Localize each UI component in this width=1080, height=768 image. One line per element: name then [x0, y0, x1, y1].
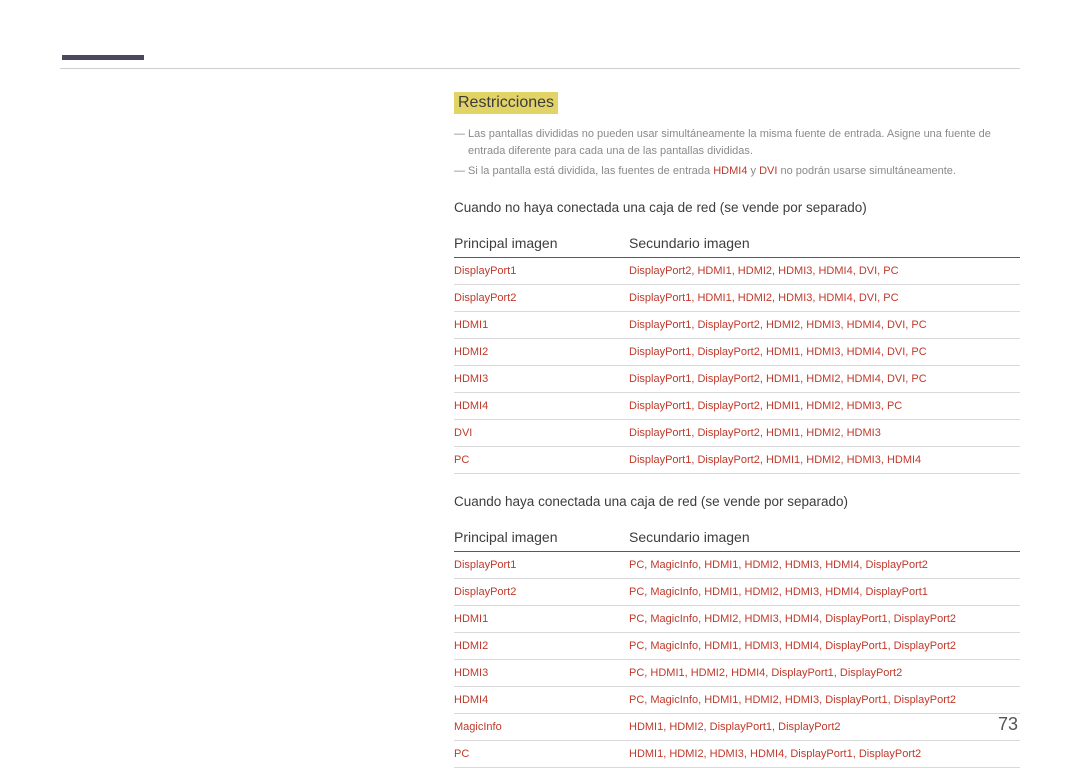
table-row: HDMI1DisplayPort1, DisplayPort2, HDMI2, … [454, 311, 1020, 338]
section-heading: Restricciones [454, 92, 558, 114]
main-content: Restricciones Las pantallas divididas no… [454, 92, 1020, 768]
principal-cell: DisplayPort1 [454, 551, 629, 578]
table-row: HDMI2PC, MagicInfo, HDMI1, HDMI3, HDMI4,… [454, 632, 1020, 659]
secundario-cell: DisplayPort1, DisplayPort2, HDMI1, HDMI2… [629, 446, 1020, 473]
table2-col1-header: Principal imagen [454, 523, 629, 552]
table1-col1-header: Principal imagen [454, 229, 629, 258]
secundario-cell: PC, MagicInfo, HDMI1, HDMI3, HDMI4, Disp… [629, 632, 1020, 659]
secundario-cell: DisplayPort1, DisplayPort2, HDMI2, HDMI3… [629, 311, 1020, 338]
secundario-cell: PC, MagicInfo, HDMI1, HDMI2, HDMI3, Disp… [629, 686, 1020, 713]
principal-cell: DisplayPort2 [454, 578, 629, 605]
table-row: HDMI3PC, HDMI1, HDMI2, HDMI4, DisplayPor… [454, 659, 1020, 686]
note-item: Las pantallas divididas no pueden usar s… [454, 126, 1020, 159]
secundario-cell: HDMI1, HDMI2, DisplayPort1, DisplayPort2 [629, 713, 1020, 740]
secundario-cell: DisplayPort2, HDMI1, HDMI2, HDMI3, HDMI4… [629, 257, 1020, 284]
secundario-cell: DisplayPort1, DisplayPort2, HDMI1, HDMI2… [629, 392, 1020, 419]
secundario-cell: PC, MagicInfo, HDMI1, HDMI2, HDMI3, HDMI… [629, 578, 1020, 605]
table2-col2-header: Secundario imagen [629, 523, 1020, 552]
notes-list: Las pantallas divididas no pueden usar s… [454, 126, 1020, 180]
table-row: PCDisplayPort1, DisplayPort2, HDMI1, HDM… [454, 446, 1020, 473]
note-item: Si la pantalla está dividida, las fuente… [454, 163, 1020, 180]
table-row: HDMI2DisplayPort1, DisplayPort2, HDMI1, … [454, 338, 1020, 365]
secundario-cell: DisplayPort1, DisplayPort2, HDMI1, HDMI2… [629, 419, 1020, 446]
principal-cell: DisplayPort2 [454, 284, 629, 311]
principal-cell: HDMI4 [454, 686, 629, 713]
secundario-cell: PC, MagicInfo, HDMI2, HDMI3, HDMI4, Disp… [629, 605, 1020, 632]
principal-cell: HDMI1 [454, 605, 629, 632]
table1-col2-header: Secundario imagen [629, 229, 1020, 258]
principal-cell: HDMI2 [454, 632, 629, 659]
principal-cell: DVI [454, 419, 629, 446]
principal-cell: HDMI3 [454, 365, 629, 392]
secundario-cell: DisplayPort1, HDMI1, HDMI2, HDMI3, HDMI4… [629, 284, 1020, 311]
table-with-network-box: Principal imagen Secundario imagen Displ… [454, 523, 1020, 768]
header-accent-bar [62, 55, 144, 60]
principal-cell: MagicInfo [454, 713, 629, 740]
table-row: HDMI4DisplayPort1, DisplayPort2, HDMI1, … [454, 392, 1020, 419]
table-row: DisplayPort1DisplayPort2, HDMI1, HDMI2, … [454, 257, 1020, 284]
table-row: DisplayPort2PC, MagicInfo, HDMI1, HDMI2,… [454, 578, 1020, 605]
table-row: DisplayPort2DisplayPort1, HDMI1, HDMI2, … [454, 284, 1020, 311]
page-number: 73 [998, 714, 1018, 735]
principal-cell: HDMI3 [454, 659, 629, 686]
source-label: DVI [759, 165, 777, 177]
table-row: MagicInfoHDMI1, HDMI2, DisplayPort1, Dis… [454, 713, 1020, 740]
secundario-cell: DisplayPort1, DisplayPort2, HDMI1, HDMI2… [629, 365, 1020, 392]
table-without-network-box: Principal imagen Secundario imagen Displ… [454, 229, 1020, 474]
principal-cell: HDMI2 [454, 338, 629, 365]
secundario-cell: PC, MagicInfo, HDMI1, HDMI2, HDMI3, HDMI… [629, 551, 1020, 578]
principal-cell: HDMI1 [454, 311, 629, 338]
table1-caption: Cuando no haya conectada una caja de red… [454, 200, 1020, 215]
table-row: DVIDisplayPort1, DisplayPort2, HDMI1, HD… [454, 419, 1020, 446]
principal-cell: HDMI4 [454, 392, 629, 419]
table2-caption: Cuando haya conectada una caja de red (s… [454, 494, 1020, 509]
table-row: HDMI3DisplayPort1, DisplayPort2, HDMI1, … [454, 365, 1020, 392]
source-label: HDMI4 [713, 165, 747, 177]
table-row: DisplayPort1PC, MagicInfo, HDMI1, HDMI2,… [454, 551, 1020, 578]
principal-cell: PC [454, 446, 629, 473]
principal-cell: DisplayPort1 [454, 257, 629, 284]
table-row: HDMI1PC, MagicInfo, HDMI2, HDMI3, HDMI4,… [454, 605, 1020, 632]
header-divider [60, 68, 1020, 69]
secundario-cell: DisplayPort1, DisplayPort2, HDMI1, HDMI3… [629, 338, 1020, 365]
table-row: HDMI4PC, MagicInfo, HDMI1, HDMI2, HDMI3,… [454, 686, 1020, 713]
secundario-cell: PC, HDMI1, HDMI2, HDMI4, DisplayPort1, D… [629, 659, 1020, 686]
